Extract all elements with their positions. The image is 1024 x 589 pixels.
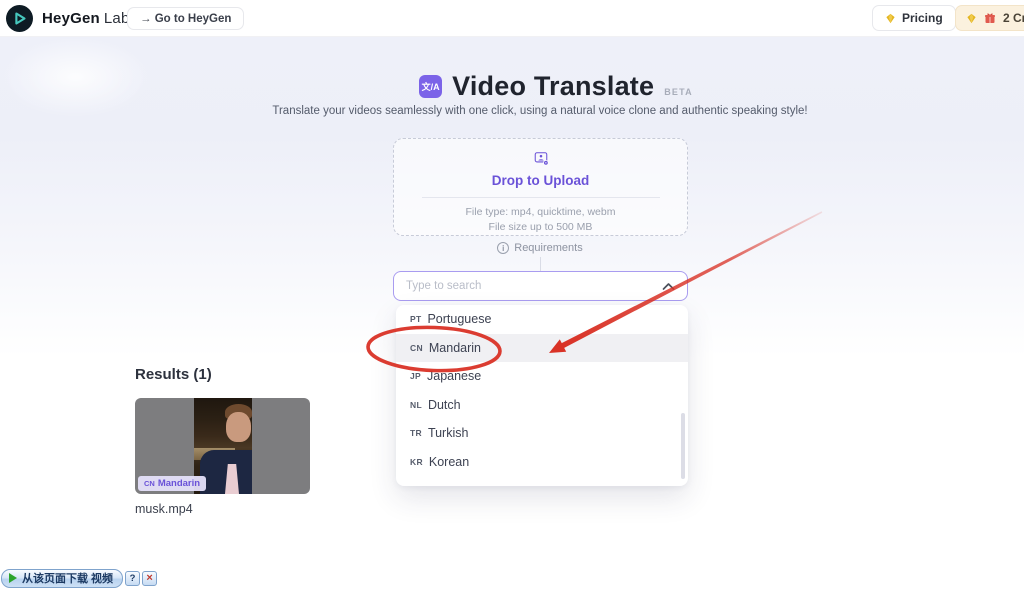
brand-heygen: HeyGen	[42, 10, 100, 27]
lang-code: KR	[410, 457, 423, 467]
badge-label: Mandarin	[158, 478, 200, 489]
upload-title: Drop to Upload	[492, 173, 590, 188]
gift-icon	[984, 12, 996, 24]
gem-icon	[885, 13, 896, 24]
play-icon	[9, 573, 17, 583]
chevron-up-icon[interactable]	[662, 282, 675, 291]
dropdown-item-dutch[interactable]: NL Dutch	[396, 391, 688, 420]
file-type-text: File type: mp4, quicktime, webm	[466, 205, 616, 220]
requirements-link[interactable]: i Requirements	[28, 242, 1024, 254]
upload-divider	[422, 197, 660, 198]
results-heading: Results (1)	[135, 366, 212, 383]
upload-video-icon	[527, 151, 555, 166]
connector-line	[540, 257, 541, 271]
dropdown-item-portuguese[interactable]: PT Portuguese	[396, 305, 688, 334]
toolbar-close-button[interactable]: ×	[142, 571, 157, 586]
credits-label: 2 Credits	[1003, 11, 1024, 25]
dropdown-scrollbar[interactable]	[681, 413, 685, 479]
go-to-heygen-button[interactable]: → Go to HeyGen	[127, 7, 244, 30]
lang-code: JP	[410, 371, 421, 381]
brand-logo[interactable]: HeyGenLabs	[6, 5, 137, 32]
hero-title-row: 文/A Video Translate BETA	[44, 71, 1024, 102]
credits-badge[interactable]: 2 Credits	[955, 5, 1024, 31]
toolbar-help-button[interactable]: ?	[125, 571, 140, 586]
language-search-input[interactable]	[406, 280, 662, 292]
dropdown-item-japanese[interactable]: JP Japanese	[396, 362, 688, 391]
beta-badge: BETA	[664, 87, 693, 97]
page-subtitle: Translate your videos seamlessly with on…	[28, 105, 1024, 117]
language-dropdown: PT Portuguese CN Mandarin JP Japanese NL…	[396, 305, 688, 486]
dropdown-item-mandarin[interactable]: CN Mandarin	[396, 334, 688, 363]
result-filename: musk.mp4	[135, 502, 193, 516]
lang-code: TR	[410, 428, 422, 438]
pricing-button[interactable]: Pricing	[872, 5, 956, 31]
badge-code: CN	[144, 479, 155, 488]
upload-file-info: File type: mp4, quicktime, webm File siz…	[466, 205, 616, 235]
heygen-logo-icon	[6, 5, 33, 32]
file-size-text: File size up to 500 MB	[466, 220, 616, 235]
dropdown-item-korean[interactable]: KR Korean	[396, 448, 688, 477]
lang-label: Portuguese	[427, 312, 491, 326]
page: HeyGenLabs → Go to HeyGen Pricing 2 Cred…	[0, 0, 1024, 589]
lang-label: Japanese	[427, 369, 481, 383]
translate-icon: 文/A	[419, 75, 442, 98]
info-icon: i	[497, 242, 509, 254]
lang-label: Mandarin	[429, 341, 481, 355]
result-video-thumbnail[interactable]: CN Mandarin	[135, 398, 310, 494]
download-video-label: 从该页面下载 视频	[22, 570, 113, 586]
lang-label: Dutch	[428, 398, 461, 412]
lang-code: CN	[410, 343, 423, 353]
language-badge: CN Mandarin	[138, 476, 206, 491]
brand-name: HeyGenLabs	[42, 10, 137, 27]
download-video-button[interactable]: 从该页面下载 视频	[1, 569, 123, 588]
top-header: HeyGenLabs → Go to HeyGen Pricing 2 Cred…	[0, 0, 1024, 37]
lang-label: Korean	[429, 455, 469, 469]
download-video-toolbar: 从该页面下载 视频 ? ×	[1, 568, 157, 588]
dropdown-item-turkish[interactable]: TR Turkish	[396, 419, 688, 448]
person-face	[226, 412, 251, 442]
lang-code: PT	[410, 314, 421, 324]
drop-to-upload-zone[interactable]: Drop to Upload File type: mp4, quicktime…	[393, 138, 688, 236]
page-title: Video Translate	[452, 71, 654, 102]
language-search-box[interactable]	[393, 271, 688, 301]
lang-label: Turkish	[428, 426, 469, 440]
pricing-label: Pricing	[902, 11, 943, 25]
gem-icon	[966, 13, 977, 24]
go-to-heygen-label: → Go to HeyGen	[140, 13, 231, 25]
requirements-label: Requirements	[514, 242, 582, 254]
lang-code: NL	[410, 400, 422, 410]
